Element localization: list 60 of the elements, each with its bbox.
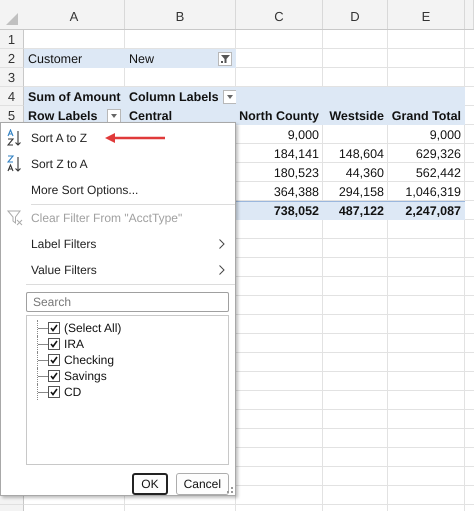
- column-header[interactable]: B: [125, 0, 236, 29]
- cell-text: Customer: [28, 52, 82, 66]
- cell-text: 487,122: [338, 204, 384, 218]
- value-item[interactable]: Checking: [37, 352, 228, 368]
- cell-text: 1,046,319: [405, 184, 461, 198]
- cell-text: Column Labels: [129, 90, 219, 104]
- column-header[interactable]: D: [323, 0, 388, 29]
- cell-text: 562,442: [416, 166, 461, 180]
- column-header[interactable]: C: [236, 0, 323, 29]
- cell-text: 9,000: [288, 128, 319, 142]
- column-header[interactable]: A: [24, 0, 125, 29]
- cell-text: 2,247,087: [405, 204, 461, 218]
- menu-item[interactable]: Sort Z to A: [1, 150, 235, 177]
- cell-text: 629,326: [416, 146, 461, 160]
- value-item[interactable]: CD: [37, 384, 228, 400]
- cancel-button[interactable]: Cancel: [176, 473, 229, 496]
- filter-button[interactable]: [218, 52, 232, 66]
- cell-text: 294,158: [338, 184, 384, 198]
- cell-text: Central: [129, 108, 172, 122]
- search-field[interactable]: Search: [26, 292, 229, 312]
- chevron-right-icon: [219, 265, 225, 276]
- menu-item[interactable]: More Sort Options...: [1, 176, 235, 203]
- checkbox[interactable]: [48, 322, 60, 334]
- row-number[interactable]: 4: [0, 87, 24, 106]
- chevron-right-icon: [219, 239, 225, 250]
- cell-text: North County: [239, 108, 319, 122]
- cell-text: New: [129, 52, 154, 66]
- resize-grip-icon[interactable]: [227, 487, 233, 493]
- column-header[interactable]: E: [388, 0, 465, 29]
- cell-text: Row Labels: [28, 108, 98, 122]
- row-number[interactable]: 2: [0, 49, 24, 68]
- row-number[interactable]: 1: [0, 30, 24, 49]
- cell-text: Westside: [329, 108, 384, 122]
- caret-icon: [111, 114, 117, 118]
- checkbox[interactable]: [48, 354, 60, 366]
- caret-icon: [226, 94, 233, 98]
- cell-text: 148,604: [338, 146, 384, 160]
- value-item[interactable]: Savings: [37, 368, 228, 384]
- menu-item[interactable]: Value Filters: [1, 257, 235, 284]
- cell-text: 364,388: [274, 184, 319, 198]
- cell-text: 9,000: [430, 128, 461, 142]
- cell-text: 184,141: [274, 146, 319, 160]
- column-labels-dropdown[interactable]: [222, 90, 237, 104]
- arrow-annotation: [105, 132, 165, 143]
- checkbox[interactable]: [48, 338, 60, 350]
- cell-text: Sum of Amount: [28, 90, 121, 104]
- cell-text: 44,360: [346, 166, 384, 180]
- ok-button[interactable]: OK: [132, 473, 168, 496]
- checkbox[interactable]: [48, 386, 60, 398]
- cell-text: 738,052: [274, 204, 319, 218]
- row-number[interactable]: 3: [0, 68, 24, 87]
- checkbox[interactable]: [48, 370, 60, 382]
- menu-item[interactable]: Label Filters: [1, 231, 235, 258]
- value-item[interactable]: (Select All): [37, 320, 228, 336]
- clear-filter-icon: [7, 210, 23, 226]
- value-item[interactable]: IRA: [37, 336, 228, 352]
- row-labels-dropdown[interactable]: [107, 108, 121, 122]
- cell-text: Grand Total: [392, 108, 461, 122]
- cell-text: 180,523: [274, 166, 319, 180]
- menu-item[interactable]: Sort A to Z: [1, 125, 235, 151]
